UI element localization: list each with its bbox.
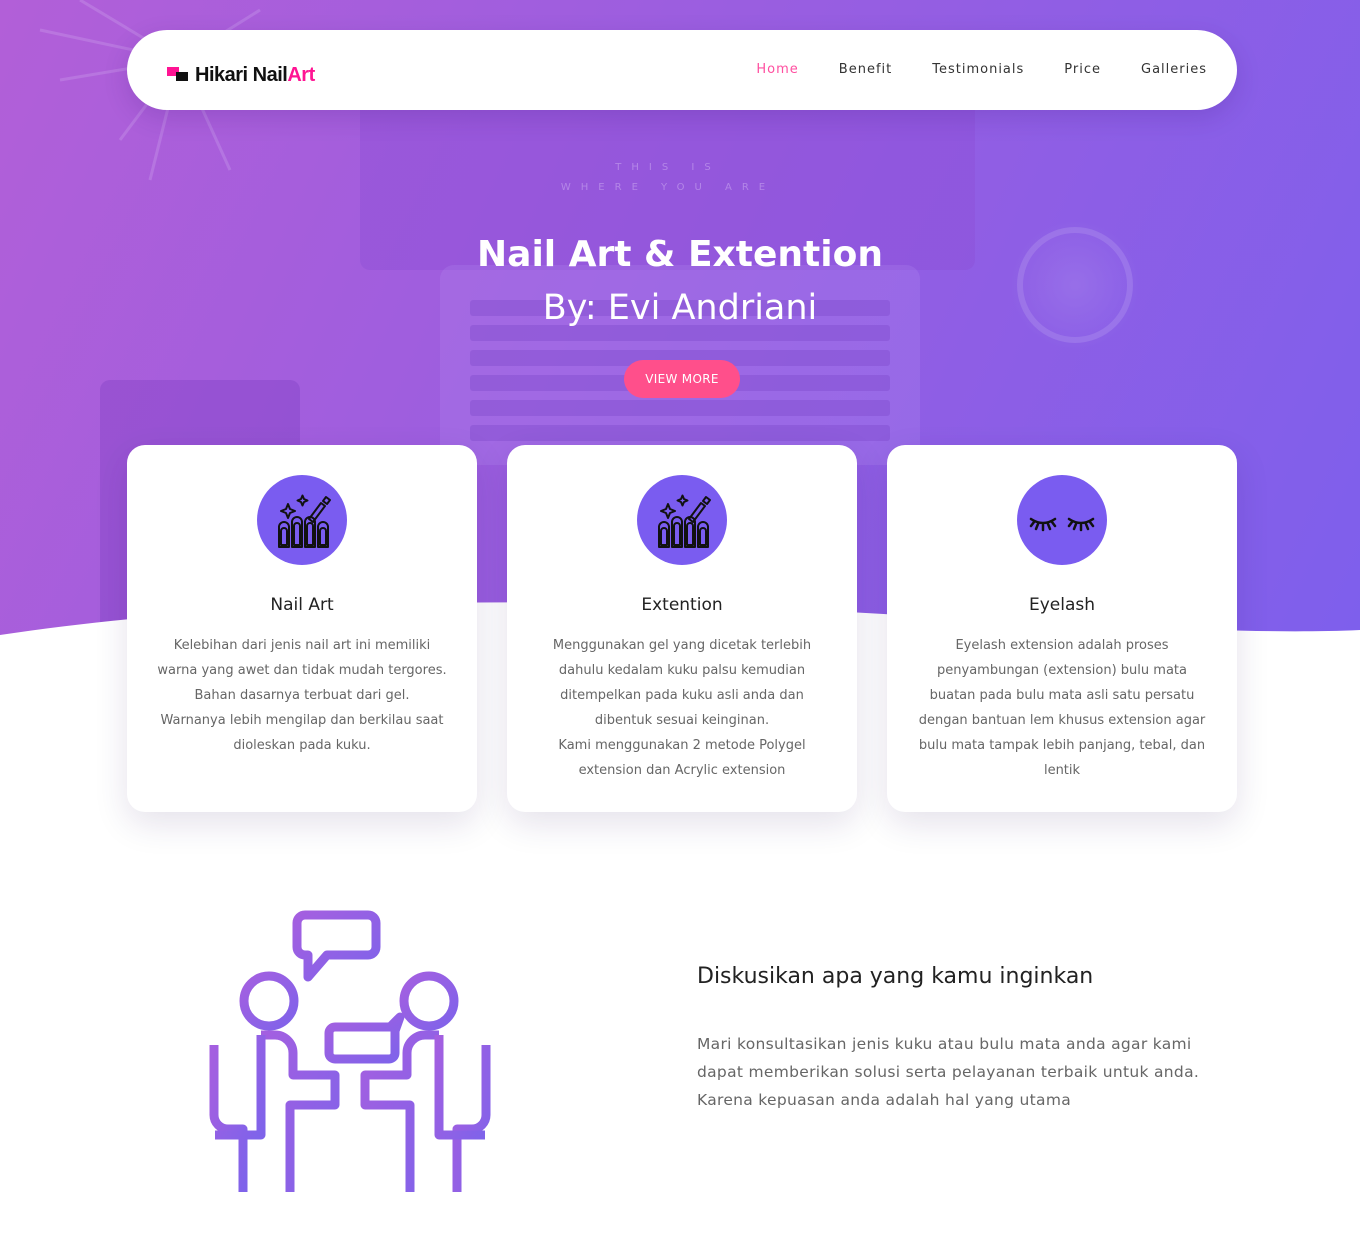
nav-testimonials[interactable]: Testimonials [932, 60, 1024, 80]
card-nail-art: Nail Art Kelebihan dari jenis nail art i… [127, 445, 477, 812]
nail-polish-icon [637, 475, 727, 565]
nav-menu: Home Benefit Testimonials Price Gallerie… [716, 60, 1207, 80]
card-title: Extention [641, 595, 723, 615]
brand-name: Hikari NailArt [195, 63, 315, 86]
svg-text:WHERE YOU ARE: WHERE YOU ARE [561, 182, 775, 193]
navbar: Hikari NailArt Home Benefit Testimonials… [127, 30, 1237, 110]
card-description: Eyelash extension adalah proses penyambu… [918, 638, 1206, 778]
hero-subtitle: By: Evi Andriani [542, 288, 818, 328]
card-description: Menggunakan gel yang dicetak terlebih da… [552, 638, 812, 778]
card-eyelash: Eyelash Eyelash extension adalah proses … [887, 445, 1237, 812]
card-description: Kelebihan dari jenis nail art ini memili… [157, 638, 447, 753]
brand-logo[interactable]: Hikari NailArt [167, 63, 315, 87]
card-title: Eyelash [1028, 595, 1096, 615]
discuss-description: Mari konsultasikan jenis kuku atau bulu … [697, 1035, 1200, 1109]
nav-benefit[interactable]: Benefit [839, 60, 892, 80]
card-extention: Extention Menggunakan gel yang dicetak t… [507, 445, 857, 812]
nav-price[interactable]: Price [1064, 60, 1101, 80]
hero-title: Nail Art & Extention [477, 234, 883, 275]
card-title: Nail Art [270, 595, 334, 615]
view-more-button[interactable]: VIEW MORE [624, 360, 740, 398]
eyelash-icon [1017, 475, 1107, 565]
consultation-icon [209, 910, 491, 1192]
logo-mark-icon [167, 67, 189, 83]
nav-galleries[interactable]: Galleries [1141, 60, 1207, 80]
svg-text:THIS IS: THIS IS [614, 162, 720, 173]
nail-polish-icon [257, 475, 347, 565]
nav-home[interactable]: Home [756, 60, 798, 80]
discuss-title: Diskusikan apa yang kamu inginkan [697, 964, 1094, 989]
